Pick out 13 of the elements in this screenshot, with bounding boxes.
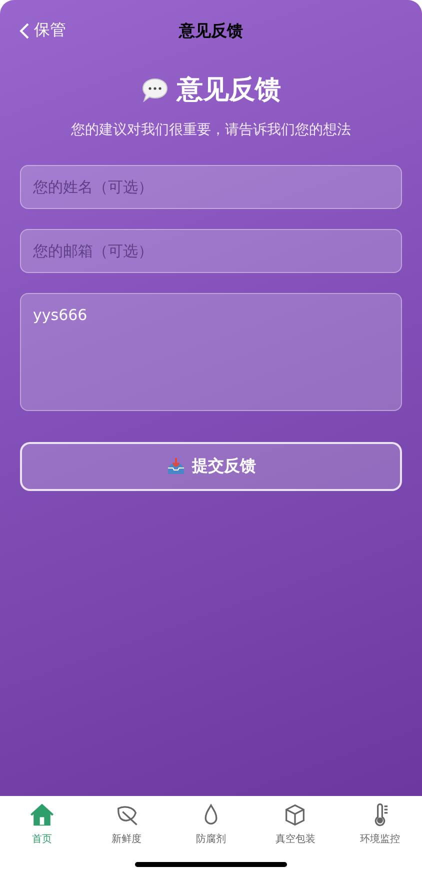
back-button[interactable]: 保管 <box>14 18 70 43</box>
speech-bubble-icon <box>141 76 169 104</box>
tab-item[interactable]: 防腐剂 <box>168 800 254 862</box>
tab-item[interactable]: 新鲜度 <box>84 800 169 862</box>
nav-title: 意见反馈 <box>179 20 243 42</box>
tab-item[interactable]: 真空包装 <box>253 800 338 862</box>
page-heading: 意见反馈 <box>177 74 281 107</box>
inbox-tray-icon <box>166 456 186 476</box>
subtitle: 您的建议对我们很重要，请告诉我们您的想法 <box>70 121 352 139</box>
home-icon <box>29 802 56 828</box>
submit-button[interactable]: 提交反馈 <box>20 442 402 491</box>
tab-item[interactable]: 环境监控 <box>338 800 422 862</box>
tab-item[interactable]: 首页 <box>0 800 84 862</box>
